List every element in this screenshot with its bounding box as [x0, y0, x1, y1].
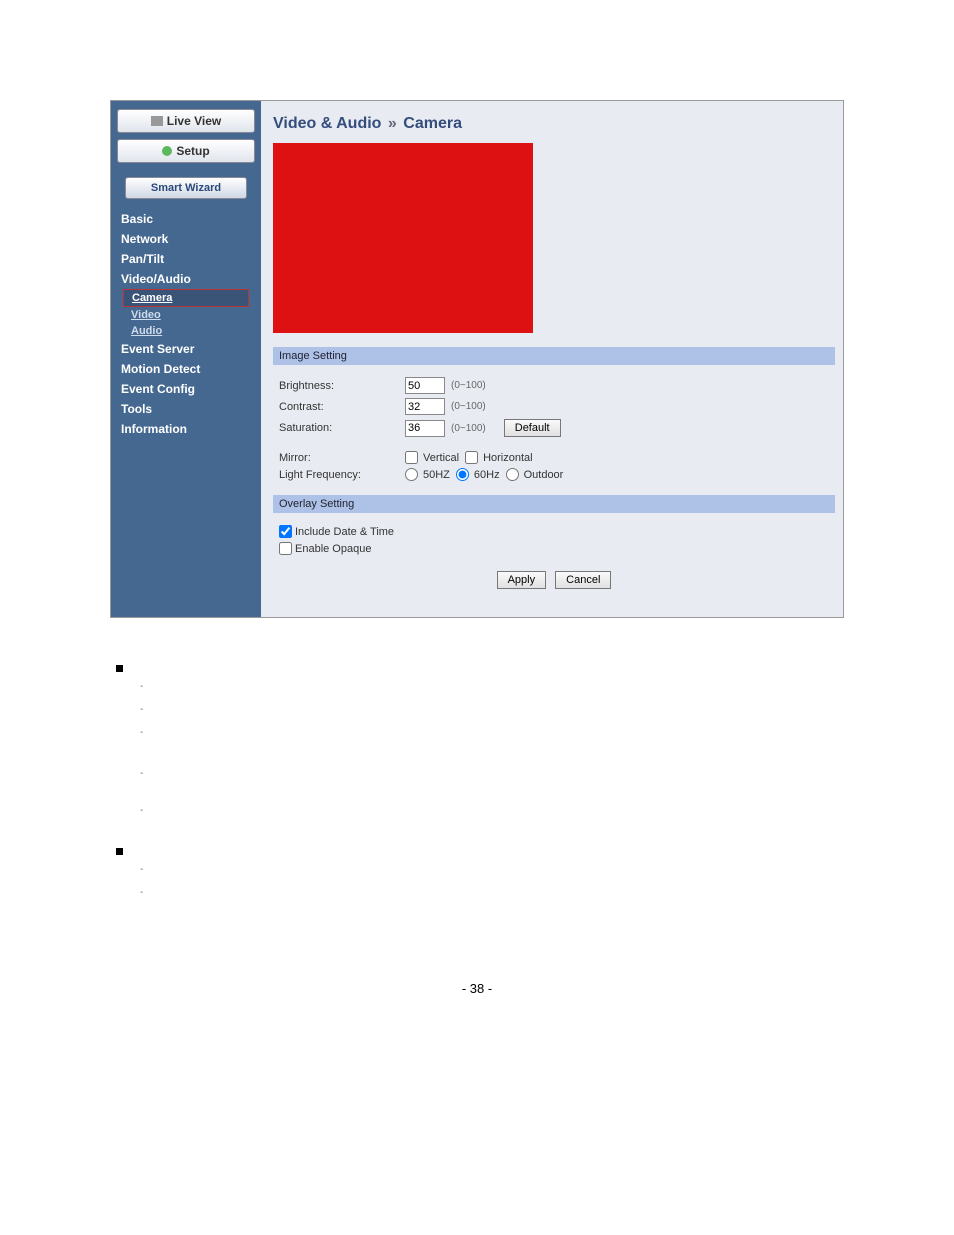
enable-opaque-label: Enable Opaque	[295, 543, 371, 555]
mirror-horizontal-label: Horizontal	[483, 452, 533, 464]
cancel-button[interactable]: Cancel	[555, 571, 611, 589]
mirror-vertical-checkbox[interactable]	[405, 451, 418, 464]
mirror-horizontal-checkbox[interactable]	[465, 451, 478, 464]
live-view-button[interactable]: Live View	[117, 109, 255, 133]
sidebar-subitem-video[interactable]: Video	[117, 307, 255, 323]
camera-preview	[273, 143, 533, 333]
overlay-setting-body: Include Date & Time Enable Opaque Apply …	[273, 513, 835, 603]
dash-icon: -	[140, 803, 143, 819]
freq-60hz-radio[interactable]	[456, 468, 469, 481]
setup-label: Setup	[176, 144, 209, 158]
brightness-input[interactable]	[405, 377, 445, 394]
enable-opaque-checkbox[interactable]	[279, 542, 292, 555]
smart-wizard-button[interactable]: Smart Wizard	[125, 177, 247, 199]
image-setting-header: Image Setting	[273, 347, 835, 365]
sidebar-item-network[interactable]: Network	[117, 229, 255, 249]
config-panel: Live View Setup Smart Wizard Basic Netwo…	[110, 100, 844, 618]
sidebar-item-information[interactable]: Information	[117, 419, 255, 439]
document-text: - - - - - - -	[110, 618, 844, 901]
default-button[interactable]: Default	[504, 419, 561, 437]
square-bullet-icon	[116, 665, 123, 672]
contrast-input[interactable]	[405, 398, 445, 415]
sidebar-subitem-camera[interactable]: Camera	[123, 289, 249, 307]
overlay-setting-header: Overlay Setting	[273, 495, 835, 513]
contrast-range: (0~100)	[451, 401, 486, 412]
saturation-range: (0~100)	[451, 423, 486, 434]
breadcrumb-root: Video & Audio	[273, 115, 381, 132]
setup-button[interactable]: Setup	[117, 139, 255, 163]
contrast-label: Contrast:	[279, 401, 405, 413]
saturation-input[interactable]	[405, 420, 445, 437]
mirror-vertical-label: Vertical	[423, 452, 459, 464]
sidebar-item-tools[interactable]: Tools	[117, 399, 255, 419]
dash-icon: -	[140, 766, 143, 782]
dash-icon: -	[140, 679, 143, 695]
sidebar: Live View Setup Smart Wizard Basic Netwo…	[111, 101, 261, 617]
freq-outdoor-label: Outdoor	[524, 469, 564, 481]
freq-50hz-label: 50HZ	[423, 469, 450, 481]
camera-icon	[151, 116, 163, 126]
page-number: - 38 -	[110, 981, 844, 996]
square-bullet-icon	[116, 848, 123, 855]
saturation-label: Saturation:	[279, 422, 405, 434]
dash-icon: -	[140, 702, 143, 718]
brightness-label: Brightness:	[279, 380, 405, 392]
page-title: Video & Audio » Camera	[273, 115, 835, 133]
apply-button[interactable]: Apply	[497, 571, 547, 589]
sidebar-item-basic[interactable]: Basic	[117, 209, 255, 229]
freq-outdoor-radio[interactable]	[506, 468, 519, 481]
sidebar-subitem-audio[interactable]: Audio	[117, 323, 255, 339]
content-area: Video & Audio » Camera Image Setting Bri…	[261, 101, 843, 617]
include-datetime-label: Include Date & Time	[295, 526, 394, 538]
breadcrumb-current: Camera	[403, 115, 462, 132]
freq-50hz-radio[interactable]	[405, 468, 418, 481]
sidebar-item-eventserver[interactable]: Event Server	[117, 339, 255, 359]
sidebar-item-eventconfig[interactable]: Event Config	[117, 379, 255, 399]
dash-icon: -	[140, 885, 143, 901]
dash-icon: -	[140, 862, 143, 878]
include-datetime-checkbox[interactable]	[279, 525, 292, 538]
dash-icon: -	[140, 725, 143, 741]
setup-icon	[162, 146, 172, 156]
sidebar-item-pantilt[interactable]: Pan/Tilt	[117, 249, 255, 269]
live-view-label: Live View	[167, 114, 221, 128]
freq-60hz-label: 60Hz	[474, 469, 500, 481]
brightness-range: (0~100)	[451, 380, 486, 391]
mirror-label: Mirror:	[279, 452, 405, 464]
sidebar-item-videoaudio[interactable]: Video/Audio	[117, 269, 255, 289]
image-setting-body: Brightness: (0~100) Contrast: (0~100) Sa…	[273, 365, 835, 495]
sidebar-item-motiondetect[interactable]: Motion Detect	[117, 359, 255, 379]
breadcrumb-sep-icon: »	[388, 115, 397, 132]
light-freq-label: Light Frequency:	[279, 469, 405, 481]
